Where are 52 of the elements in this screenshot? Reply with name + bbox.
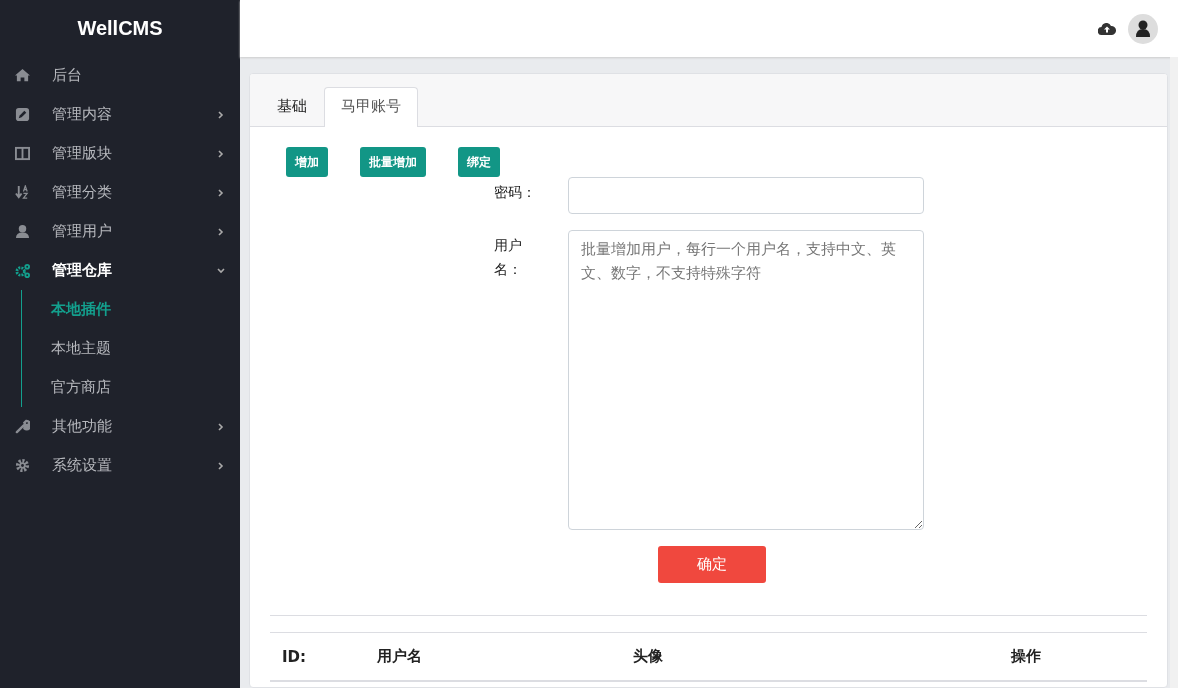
menu-item[interactable]: 管理内容 <box>0 95 240 134</box>
chevron-right-icon <box>216 148 226 159</box>
chevron-right-icon <box>216 421 226 432</box>
menu-label: 管理仓库 <box>52 261 113 280</box>
submenu-item[interactable]: 官方商店 <box>22 368 240 407</box>
input-field[interactable] <box>567 177 924 214</box>
submenu-item[interactable]: 本地插件 <box>22 290 240 329</box>
submenu-item[interactable]: 本地主题 <box>22 329 240 368</box>
column-header: 操作 <box>1011 647 1042 666</box>
menu-label: 其他功能 <box>52 417 113 436</box>
menu-label: 后台 <box>52 66 83 85</box>
action-button[interactable]: 增加 <box>286 147 328 177</box>
scrollbar[interactable] <box>1170 57 1178 688</box>
columns-icon <box>15 146 30 161</box>
column-header: 用户名 <box>377 647 423 666</box>
menu-item[interactable]: 其他功能 <box>0 407 240 446</box>
chevron-right-icon <box>216 226 226 237</box>
tab[interactable]: 马甲账号 <box>324 87 418 127</box>
field-label: 用户名： <box>494 236 523 279</box>
chevron-right-icon <box>216 109 226 120</box>
wrench-icon <box>15 419 30 434</box>
textarea-field[interactable]: 批量增加用户，每行一个用户名，支持中文、英文、数字，不支持特殊字符 <box>567 230 924 530</box>
settings-icon <box>15 458 30 473</box>
brand-logo[interactable]: WellCMS <box>0 0 240 56</box>
column-header: 头像 <box>633 647 664 666</box>
menu-item[interactable]: 管理用户 <box>0 212 240 251</box>
menu-item[interactable]: 管理分类 <box>0 173 240 212</box>
sort-icon <box>15 185 30 200</box>
tab[interactable]: 基础 <box>260 87 324 127</box>
avatar-icon[interactable] <box>1128 13 1158 44</box>
action-button[interactable]: 批量增加 <box>360 147 426 177</box>
home-icon <box>15 68 30 83</box>
user-icon <box>15 224 30 239</box>
field-label: 密码： <box>494 183 537 202</box>
chevron-down-icon <box>216 265 226 276</box>
menu-label: 管理版块 <box>52 144 113 163</box>
cloud-upload-icon[interactable] <box>1098 22 1116 35</box>
chevron-right-icon <box>216 187 226 198</box>
menu-item[interactable]: 管理版块 <box>0 134 240 173</box>
menu-item[interactable]: 后台 <box>0 56 240 95</box>
chevron-right-icon <box>216 460 226 471</box>
menu-label: 管理内容 <box>52 105 113 124</box>
menu-label: 管理用户 <box>52 222 113 241</box>
menu-label: 管理分类 <box>52 183 113 202</box>
pencil-square-icon <box>15 107 30 122</box>
menu-item[interactable]: 系统设置 <box>0 446 240 485</box>
confirm-button[interactable]: 确定 <box>658 546 766 583</box>
menu-label: 系统设置 <box>52 456 113 475</box>
gears-icon <box>15 263 30 278</box>
action-button[interactable]: 绑定 <box>458 147 500 177</box>
menu-item[interactable]: 管理仓库 <box>0 251 240 290</box>
column-header: ID: <box>282 647 308 666</box>
